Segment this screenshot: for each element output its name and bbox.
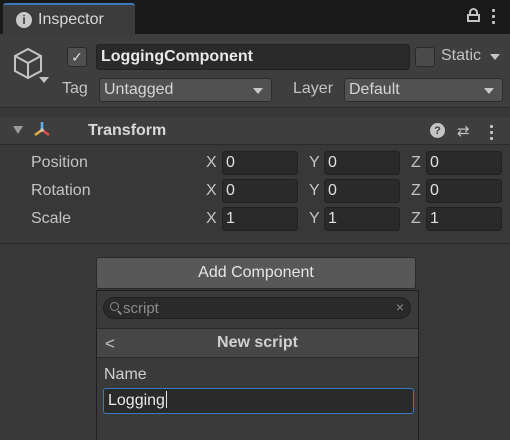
scale-z-field[interactable]: 1 (426, 207, 502, 231)
static-checkbox[interactable] (415, 47, 435, 67)
axis-y-label[interactable]: Y (309, 154, 320, 172)
presets-icon[interactable]: ⇄ (457, 122, 470, 140)
component-search-input[interactable]: script × (103, 297, 411, 319)
popup-header: < New script (97, 328, 418, 358)
scale-x-field[interactable]: 1 (222, 207, 298, 231)
foldout-arrow-icon[interactable] (13, 126, 23, 134)
layer-label: Layer (293, 80, 334, 97)
component-title: Transform (88, 122, 167, 139)
transform-icon (34, 122, 50, 137)
axis-y-label[interactable]: Y (309, 182, 320, 200)
script-name-input[interactable]: Logging (103, 388, 414, 414)
axis-x-label[interactable]: X (206, 182, 217, 200)
active-checkbox[interactable]: ✓ (67, 47, 87, 67)
position-z-field[interactable]: 0 (426, 151, 502, 175)
clear-search-icon[interactable]: × (396, 299, 404, 315)
scale-y-field[interactable]: 1 (324, 207, 400, 231)
kebab-menu-icon[interactable] (492, 8, 496, 24)
text-cursor (165, 391, 167, 408)
search-text: script (123, 300, 159, 317)
axis-z-label[interactable]: Z (411, 210, 421, 228)
gameobject-header: ✓ LoggingComponent Static Tag Untagged L… (0, 34, 510, 108)
search-icon (110, 302, 119, 311)
lock-icon[interactable] (467, 8, 480, 22)
layer-value: Default (349, 81, 400, 98)
tab-bar: i Inspector (0, 0, 510, 34)
position-y-field[interactable]: 0 (324, 151, 400, 175)
transform-header[interactable]: Transform ? ⇄ (0, 117, 510, 145)
axis-y-label[interactable]: Y (309, 210, 320, 228)
tag-value: Untagged (104, 81, 174, 98)
tab-actions (467, 8, 496, 24)
info-icon: i (16, 11, 32, 28)
add-component-button[interactable]: Add Component (96, 257, 416, 289)
tag-dropdown[interactable]: Untagged (99, 78, 272, 102)
rotation-y-field[interactable]: 0 (324, 179, 400, 203)
script-name-value: Logging (108, 392, 165, 409)
rotation-x-field[interactable]: 0 (222, 179, 298, 203)
help-icon[interactable]: ? (430, 123, 445, 138)
tag-label: Tag (62, 80, 88, 97)
chevron-down-icon (484, 88, 494, 94)
axis-z-label[interactable]: Z (411, 154, 421, 172)
axis-x-label[interactable]: X (206, 210, 217, 228)
rotation-label: Rotation (31, 182, 91, 199)
script-name-label: Name (104, 366, 147, 383)
tab-inspector[interactable]: i Inspector (3, 3, 135, 34)
transform-body: Position X 0 Y 0 Z 0 Rotation X 0 Y 0 Z … (0, 146, 510, 244)
position-label: Position (31, 154, 88, 171)
rotation-z-field[interactable]: 0 (426, 179, 502, 203)
static-label[interactable]: Static (441, 47, 481, 65)
position-x-field[interactable]: 0 (222, 151, 298, 175)
static-dropdown-icon[interactable] (490, 54, 500, 60)
axis-z-label[interactable]: Z (411, 182, 421, 200)
layer-dropdown[interactable]: Default (344, 78, 503, 102)
chevron-down-icon[interactable] (39, 77, 49, 83)
object-name-field[interactable]: LoggingComponent (96, 44, 410, 70)
popup-title: New script (217, 334, 298, 351)
scale-label: Scale (31, 210, 72, 227)
add-component-popup: script × < New script Name Logging (96, 290, 419, 440)
chevron-down-icon (253, 88, 263, 94)
component-menu-icon[interactable] (490, 124, 494, 140)
tab-label: Inspector (38, 10, 104, 28)
axis-x-label[interactable]: X (206, 154, 217, 172)
